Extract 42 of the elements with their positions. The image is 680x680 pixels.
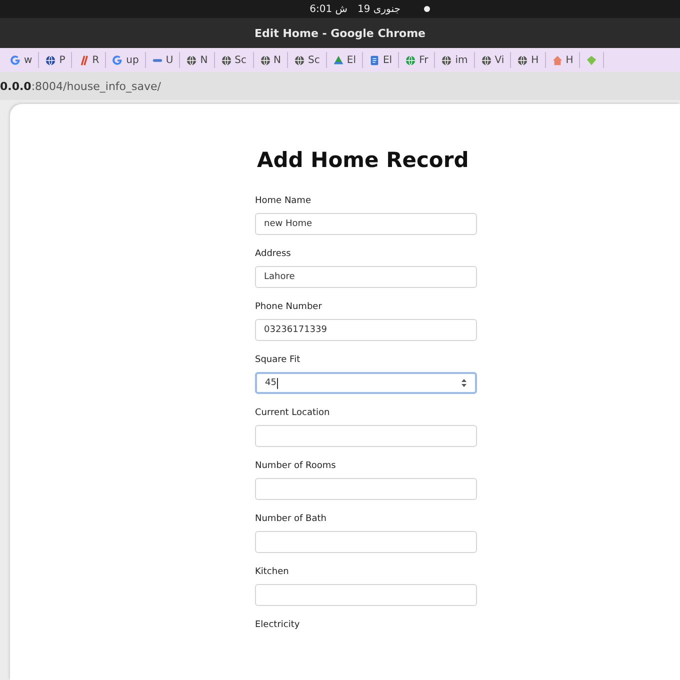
google-icon bbox=[10, 54, 21, 66]
field-label: Number of Rooms bbox=[255, 461, 337, 471]
input-field[interactable]: 03236171339 bbox=[255, 319, 477, 341]
bookmark-item[interactable]: Fr bbox=[399, 52, 436, 68]
window-title: Edit Home - Google Chrome bbox=[254, 26, 426, 40]
date-text: جنوری 19 bbox=[357, 4, 400, 14]
bookmark-item[interactable]: N bbox=[254, 52, 288, 68]
form-title: Add Home Record bbox=[257, 148, 470, 172]
bookmark-item[interactable]: im bbox=[435, 52, 475, 68]
field-label: Electricity bbox=[255, 620, 301, 630]
input-field[interactable]: new Home bbox=[255, 213, 477, 235]
bookmark-item[interactable]: N bbox=[180, 52, 215, 68]
bookmark-item[interactable]: up bbox=[106, 52, 146, 68]
bookmark-item[interactable]: w bbox=[4, 52, 40, 68]
number-field[interactable]: 45 bbox=[255, 372, 477, 394]
field-label: Address bbox=[255, 249, 292, 259]
bookmark-item[interactable]: El bbox=[362, 52, 400, 68]
status-dot-icon bbox=[424, 6, 430, 12]
bookmark-item[interactable]: P bbox=[39, 52, 72, 68]
bookmark-item[interactable]: El bbox=[326, 52, 363, 68]
bookmark-item[interactable]: U bbox=[146, 52, 180, 68]
input-field[interactable] bbox=[255, 478, 477, 500]
bookmark-item[interactable]: H bbox=[511, 52, 546, 68]
google-icon bbox=[112, 54, 124, 66]
field-label: Square Fit bbox=[255, 355, 302, 365]
input-field[interactable] bbox=[255, 425, 477, 447]
bookmark-item[interactable]: R bbox=[72, 52, 106, 68]
field-label: Current Location bbox=[255, 408, 331, 418]
input-field[interactable]: Lahore bbox=[255, 266, 477, 288]
field-label: Phone Number bbox=[255, 302, 323, 312]
bookmark-item[interactable]: H bbox=[546, 52, 580, 68]
url-text[interactable]: 0.0.0:8004/house_info_save/ bbox=[0, 80, 161, 92]
input-field[interactable] bbox=[255, 584, 477, 606]
field-label: Home Name bbox=[255, 196, 312, 206]
clock-text: 6:01 ش bbox=[310, 4, 348, 14]
field-label: Kitchen bbox=[255, 567, 290, 577]
bookmark-item[interactable]: Vi bbox=[474, 52, 512, 68]
input-field[interactable] bbox=[255, 531, 477, 553]
bookmark-item[interactable]: Sc bbox=[214, 52, 254, 68]
bookmark-item[interactable]: Sc bbox=[288, 52, 327, 68]
spinner-icon[interactable] bbox=[461, 378, 467, 388]
field-label: Number of Bath bbox=[255, 514, 328, 524]
